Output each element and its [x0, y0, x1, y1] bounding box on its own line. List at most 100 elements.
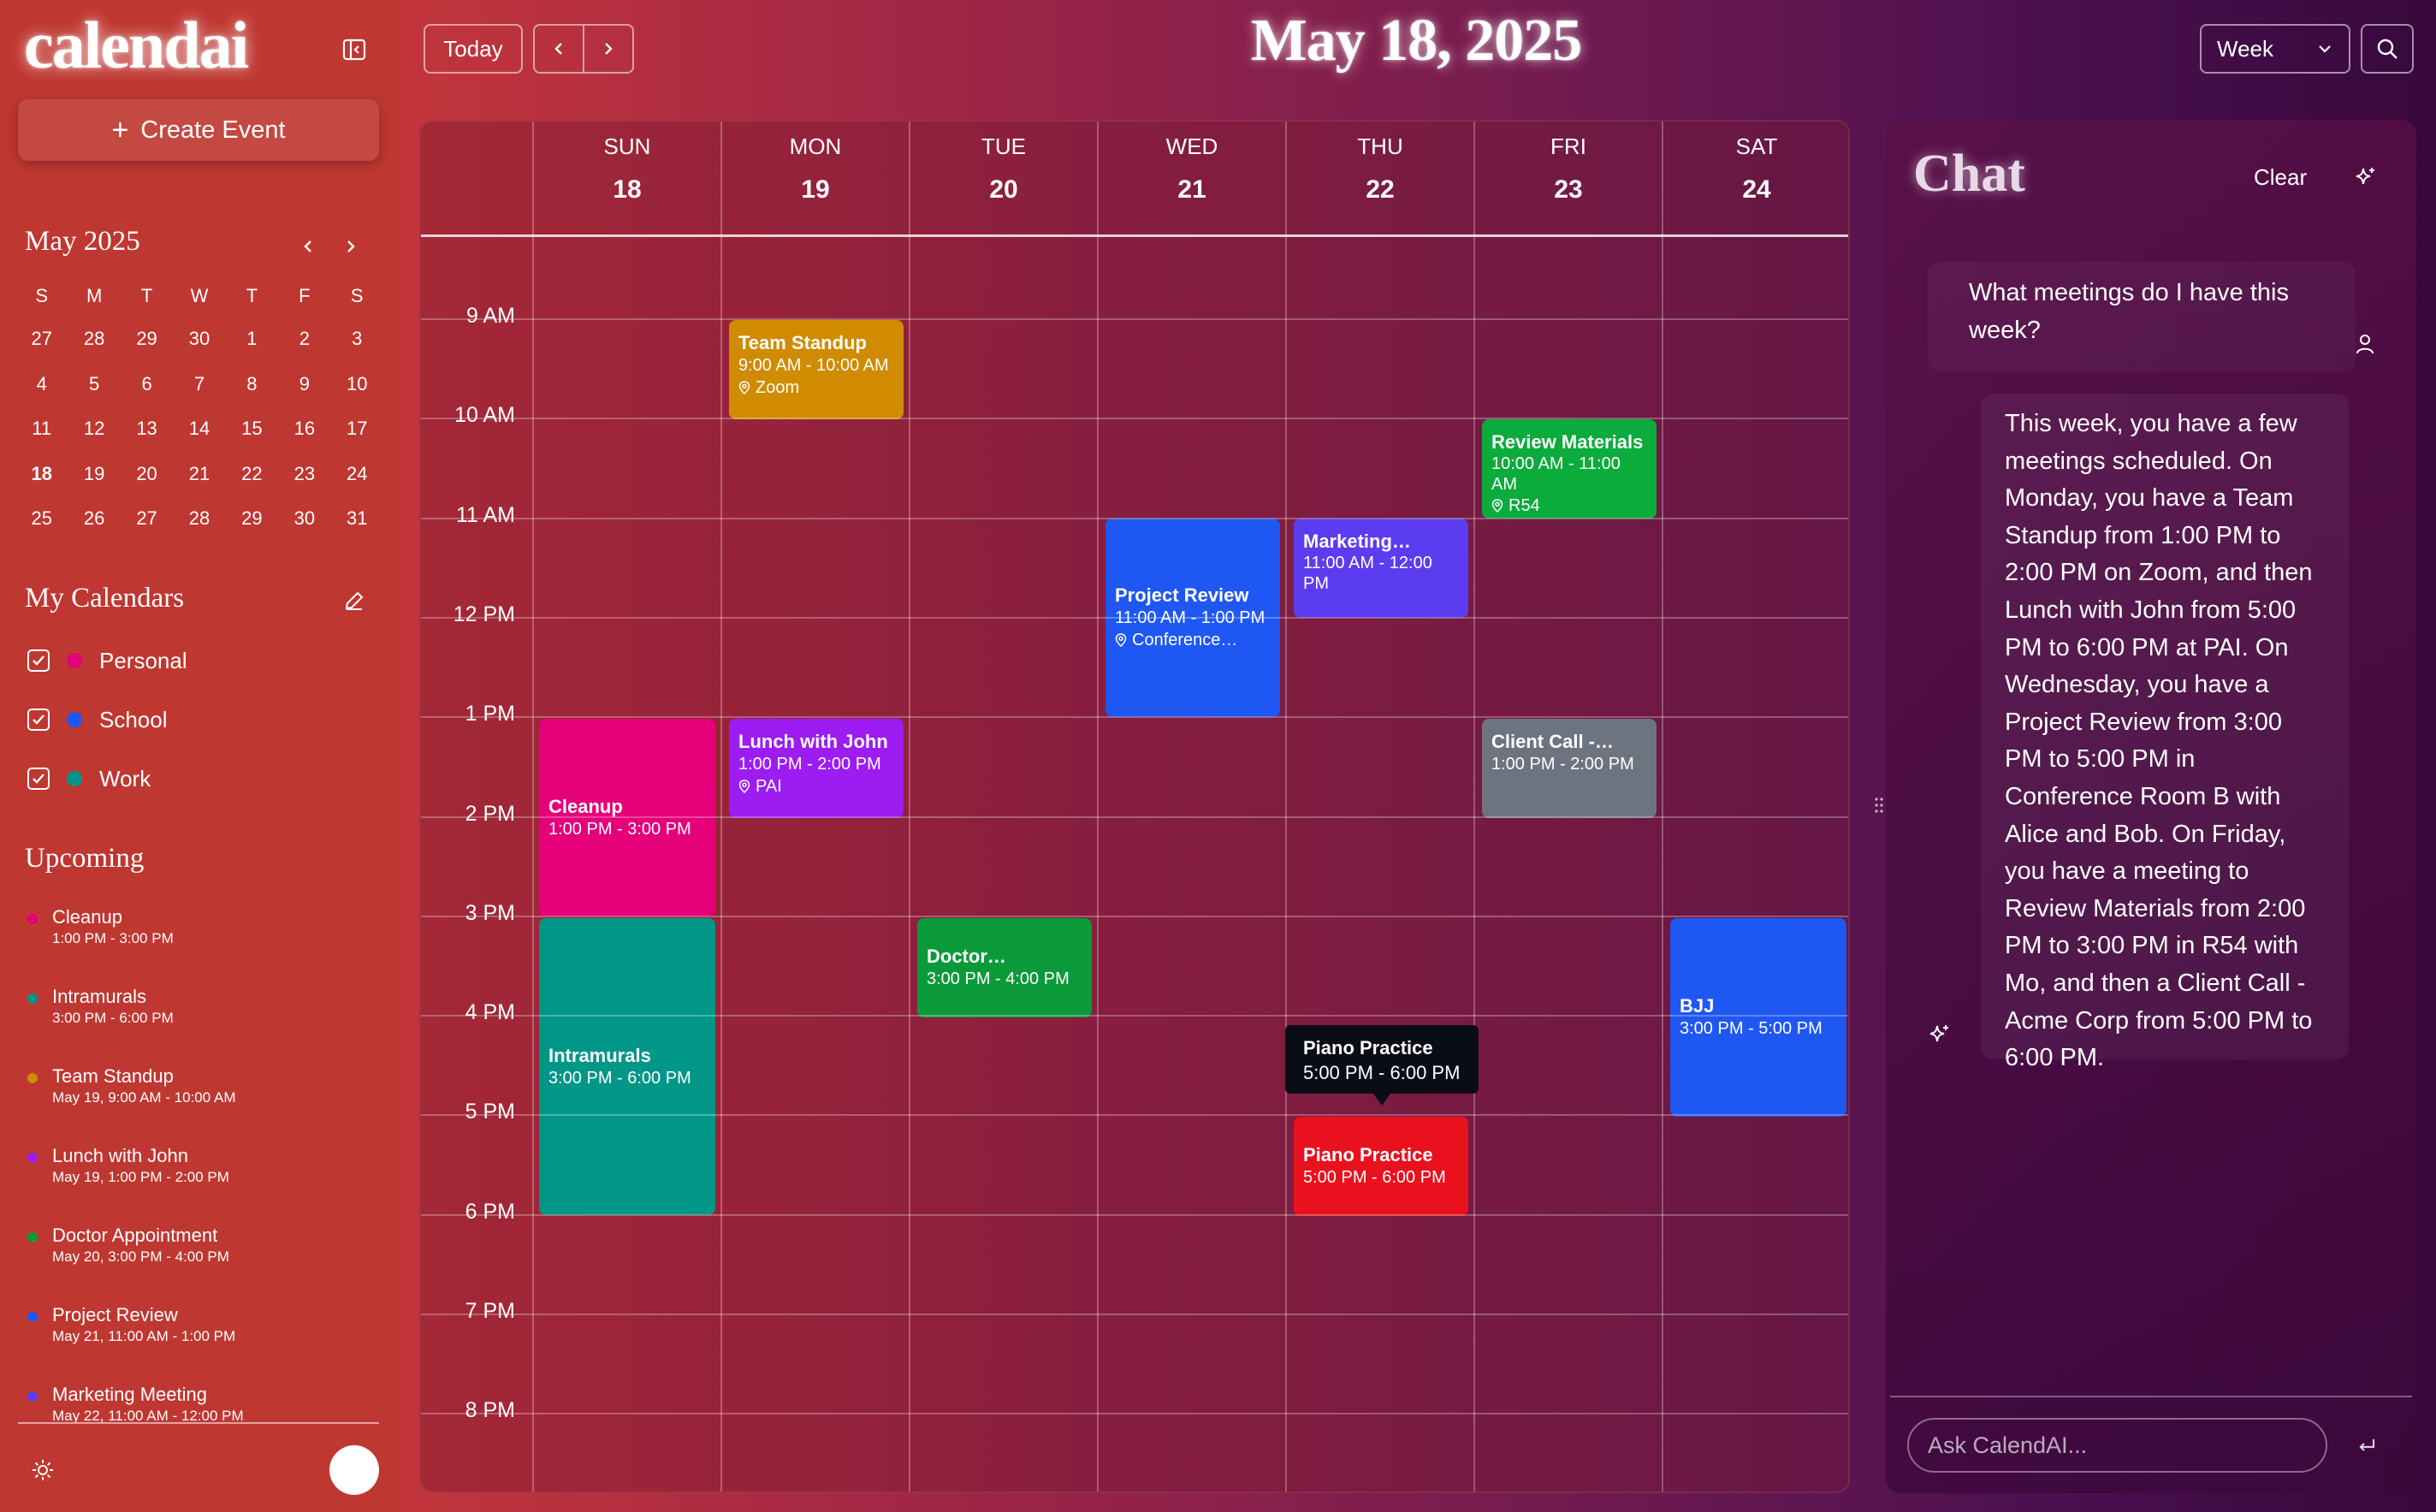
- chevron-right-icon: [605, 43, 613, 55]
- upcoming-item[interactable]: Lunch with John May 19, 1:00 PM - 2:00 P…: [27, 1144, 388, 1187]
- calendar-toggle-work[interactable]: Work: [27, 762, 151, 796]
- mini-calendar-day[interactable]: 2: [278, 317, 330, 362]
- prev-week-button[interactable]: [535, 26, 584, 72]
- day-header-mon[interactable]: MON 19: [721, 133, 910, 205]
- event-time: 3:00 PM - 5:00 PM: [1680, 1019, 1823, 1038]
- upcoming-item[interactable]: Marketing Meeting May 22, 11:00 AM - 12:…: [27, 1383, 388, 1422]
- grid-vline: [1662, 122, 1663, 1491]
- mini-calendar-day[interactable]: 27: [15, 317, 68, 362]
- event-piano-practice[interactable]: Piano Practice 5:00 PM - 6:00 PM: [1294, 1117, 1468, 1216]
- edit-calendars-icon[interactable]: [339, 585, 370, 616]
- mini-calendar-day[interactable]: 12: [68, 406, 120, 452]
- mini-calendar-day[interactable]: 6: [121, 362, 173, 407]
- checkbox-checked-icon[interactable]: [27, 649, 50, 672]
- event-cleanup[interactable]: Cleanup 1:00 PM - 3:00 PM: [539, 719, 715, 916]
- event-lunch-with-john[interactable]: Lunch with John 1:00 PM - 2:00 PM PAI: [729, 719, 904, 818]
- event-intramurals[interactable]: Intramurals 3:00 PM - 6:00 PM: [539, 918, 715, 1215]
- day-number: 21: [1177, 175, 1206, 204]
- checkbox-checked-icon[interactable]: [27, 709, 50, 731]
- chat-clear-button[interactable]: Clear: [2254, 164, 2307, 191]
- hour-label: 11 AM: [455, 503, 515, 527]
- upcoming-time: May 19, 9:00 AM - 10:00 AM: [52, 1089, 236, 1106]
- day-header-tue[interactable]: TUE 20: [910, 133, 1098, 205]
- mini-calendar-day[interactable]: 26: [68, 496, 120, 542]
- mini-calendar-day[interactable]: 20: [121, 452, 173, 497]
- mini-calendar-day[interactable]: 29: [226, 496, 278, 542]
- mini-calendar-day[interactable]: 5: [68, 362, 120, 407]
- mini-calendar-day[interactable]: 8: [226, 362, 278, 407]
- mini-calendar-day[interactable]: 23: [278, 452, 330, 497]
- mini-calendar-day[interactable]: 7: [173, 362, 225, 407]
- mini-calendar-day[interactable]: 28: [173, 496, 225, 542]
- hour-label: 4 PM: [465, 1000, 515, 1024]
- collapse-sidebar-icon[interactable]: [339, 34, 370, 65]
- event-client-call[interactable]: Client Call -… 1:00 PM - 2:00 PM: [1482, 719, 1657, 818]
- day-header-sat[interactable]: SAT 24: [1663, 133, 1848, 205]
- hour-label: 5 PM: [465, 1100, 515, 1124]
- next-week-button[interactable]: [584, 26, 632, 72]
- chat-input[interactable]: Ask CalendAI...: [1907, 1418, 2327, 1473]
- mini-calendar-day[interactable]: 16: [278, 406, 330, 452]
- day-header-wed[interactable]: WED 21: [1098, 133, 1286, 205]
- view-select[interactable]: Week: [2200, 24, 2350, 74]
- mini-calendar-day[interactable]: 29: [121, 317, 173, 362]
- mini-calendar-day[interactable]: 19: [68, 452, 120, 497]
- upcoming-item[interactable]: Cleanup 1:00 PM - 3:00 PM: [27, 905, 388, 948]
- theme-toggle-sun-icon[interactable]: [26, 1455, 60, 1485]
- mini-calendar-day[interactable]: 14: [173, 406, 225, 452]
- event-doctor[interactable]: Doctor… 3:00 PM - 4:00 PM: [917, 918, 1092, 1017]
- mini-calendar-day[interactable]: 13: [121, 406, 173, 452]
- event-time: 1:00 PM - 3:00 PM: [548, 819, 691, 839]
- upcoming-item[interactable]: Intramurals 3:00 PM - 6:00 PM: [27, 985, 388, 1028]
- upcoming-title: Doctor Appointment: [52, 1224, 218, 1246]
- calendar-toggle-school[interactable]: School: [27, 703, 168, 737]
- day-header-thu[interactable]: THU 22: [1286, 133, 1474, 205]
- event-title: Piano Practice: [1303, 1144, 1433, 1165]
- mini-next-month-icon[interactable]: [335, 231, 366, 262]
- event-title: Project Review: [1115, 584, 1249, 606]
- mini-calendar-day[interactable]: 10: [331, 362, 383, 407]
- event-bjj[interactable]: BJJ 3:00 PM - 5:00 PM: [1670, 918, 1846, 1117]
- mini-calendar-day[interactable]: 15: [226, 406, 278, 452]
- tooltip-time: 5:00 PM - 6:00 PM: [1303, 1062, 1461, 1083]
- mini-calendar-day[interactable]: 25: [15, 496, 68, 542]
- mini-calendar-day[interactable]: 3: [331, 317, 383, 362]
- day-header-fri[interactable]: FRI 23: [1474, 133, 1663, 205]
- mini-calendar-day[interactable]: 24: [331, 452, 383, 497]
- mini-calendar-day[interactable]: 9: [278, 362, 330, 407]
- checkbox-checked-icon[interactable]: [27, 768, 50, 790]
- event-team-standup[interactable]: Team Standup 9:00 AM - 10:00 AM Zoom: [729, 320, 904, 419]
- mini-calendar-day[interactable]: 17: [331, 406, 383, 452]
- upcoming-time: May 22, 11:00 AM - 12:00 PM: [52, 1408, 244, 1422]
- mini-calendar-day[interactable]: 22: [226, 452, 278, 497]
- mini-calendar-day[interactable]: 21: [173, 452, 225, 497]
- event-review-materials[interactable]: Review Materials 10:00 AM - 11:00 AM R54: [1482, 419, 1657, 519]
- event-marketing[interactable]: Marketing… 11:00 AM - 12:00 PM: [1294, 519, 1468, 618]
- create-event-button[interactable]: + Create Event: [18, 99, 379, 161]
- today-button[interactable]: Today: [424, 24, 523, 74]
- mini-calendar-day[interactable]: 1: [226, 317, 278, 362]
- mini-calendar-day[interactable]: 11: [15, 406, 68, 452]
- send-enter-icon[interactable]: [2350, 1429, 2384, 1463]
- day-header-sun[interactable]: SUN 18: [533, 133, 721, 205]
- mini-calendar-day[interactable]: 30: [173, 317, 225, 362]
- upcoming-title: Project Review: [52, 1304, 178, 1325]
- mini-calendar-day[interactable]: 30: [278, 496, 330, 542]
- sparkle-icon[interactable]: [2348, 161, 2382, 195]
- calendar-toggle-personal[interactable]: Personal: [27, 643, 187, 678]
- mini-prev-month-icon[interactable]: [293, 231, 323, 262]
- avatar[interactable]: [329, 1445, 379, 1495]
- search-button[interactable]: [2361, 24, 2414, 74]
- upcoming-item[interactable]: Project Review May 21, 11:00 AM - 1:00 P…: [27, 1303, 388, 1346]
- upcoming-item[interactable]: Doctor Appointment May 20, 3:00 PM - 4:0…: [27, 1224, 388, 1266]
- mini-calendar-day[interactable]: 27: [121, 496, 173, 542]
- upcoming-item[interactable]: Team Standup May 19, 9:00 AM - 10:00 AM: [27, 1064, 388, 1107]
- panel-resize-handle[interactable]: [1874, 796, 1884, 815]
- mini-calendar-day[interactable]: 4: [15, 362, 68, 407]
- event-color-dot: [27, 914, 38, 924]
- mini-calendar-day[interactable]: 31: [331, 496, 383, 542]
- mini-calendar-day[interactable]: 18: [15, 452, 68, 497]
- mini-calendar-day[interactable]: 28: [68, 317, 120, 362]
- day-number: 19: [801, 175, 830, 204]
- event-title: Intramurals: [548, 1044, 651, 1066]
